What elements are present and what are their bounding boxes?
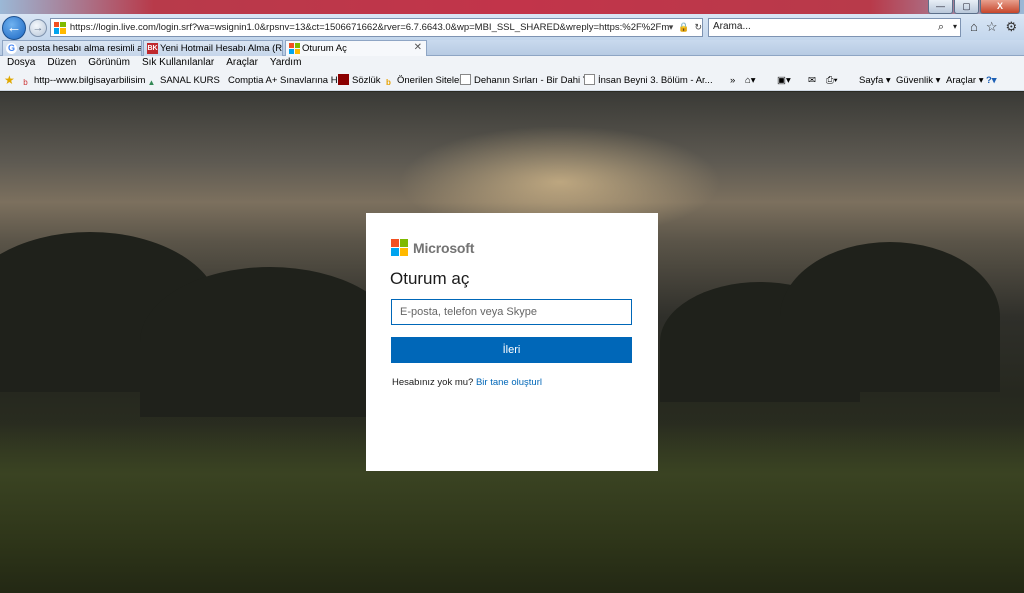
fav-item-dehanin-sirlari[interactable]: Dehanın Sırları - Bir Dahi Y... — [460, 71, 596, 90]
menu-dosya[interactable]: Dosya — [7, 56, 35, 71]
settings-gear-icon[interactable]: ⚙ — [1006, 19, 1018, 35]
address-bar[interactable]: https://login.live.com/login.srf?wa=wsig… — [50, 18, 703, 37]
eksi-icon — [338, 74, 349, 85]
print-icon[interactable]: ⎙▾ — [826, 71, 838, 90]
window-titlebar: — ▢ X — [0, 0, 1024, 14]
navigation-bar: ← → https://login.live.com/login.srf?wa=… — [0, 14, 1024, 40]
site-icon: b — [23, 78, 28, 87]
menu-sik-kullanilanlar[interactable]: Sık Kullanılanlar — [142, 56, 214, 71]
tab-hotmail[interactable]: BK Yeni Hotmail Hesabı Alma (Re... — [143, 40, 283, 56]
brand-name: Microsoft — [413, 239, 475, 256]
forward-button[interactable]: → — [29, 19, 47, 37]
page-menu[interactable]: Sayfa ▾ — [859, 71, 891, 90]
address-url[interactable]: https://login.live.com/login.srf?wa=wsig… — [70, 22, 669, 33]
create-account-link[interactable]: Bir tane oluşturl — [476, 377, 542, 388]
fav-item-bilgisayarbilisim[interactable]: b http--www.bilgisayarbilisim — [20, 71, 145, 90]
lock-icon[interactable]: 🔒 — [678, 22, 689, 33]
tools-menu[interactable]: Araçlar ▾ — [946, 71, 984, 90]
tab-label: Yeni Hotmail Hesabı Alma (Re... — [160, 43, 283, 54]
tab-label: Oturum Aç — [302, 43, 347, 54]
page-icon — [460, 74, 471, 85]
menu-yardim[interactable]: Yardım — [270, 56, 302, 71]
fav-item-comptia[interactable]: Comptia A+ Sınavlarına H... — [228, 71, 346, 90]
fav-item-sanal-kurs[interactable]: ▲ SANAL KURS — [146, 71, 220, 90]
bk-icon: BK — [147, 43, 158, 54]
tab-label: e posta hesabı alma resimli anl... — [19, 43, 141, 54]
refresh-icon[interactable]: ↻ — [694, 22, 702, 33]
site-icon: ▲ — [147, 78, 156, 87]
close-window-button[interactable]: X — [980, 0, 1020, 14]
search-input[interactable]: Arama... ⌕ ▾ — [708, 18, 961, 37]
fav-item-sozluk[interactable]: Sözlük — [338, 71, 381, 90]
window-controls: — ▢ X — [928, 0, 1020, 14]
favorites-bar: ★ b http--www.bilgisayarbilisim ▲ SANAL KU… — [0, 71, 1024, 91]
microsoft-logo-icon — [391, 239, 408, 256]
page-icon — [584, 74, 595, 85]
bing-icon: b — [386, 78, 391, 87]
tab-bar: G e posta hesabı alma resimli anl... BK … — [0, 40, 1024, 57]
next-button[interactable]: İleri — [391, 337, 632, 363]
mail-icon[interactable]: ✉ — [808, 71, 816, 90]
page-background: Microsoft Oturum aç İleri Hesabınız yok … — [0, 92, 1024, 593]
favorites-star-icon[interactable]: ☆ — [986, 19, 998, 35]
safety-menu[interactable]: Güvenlik ▾ — [896, 71, 940, 90]
close-tab-icon[interactable]: ✕ — [414, 42, 422, 53]
search-dropdown-icon[interactable]: ▾ — [953, 22, 957, 31]
background-mountain — [140, 267, 400, 417]
no-account-row: Hesabınız yok mu? Bir tane oluşturl — [392, 377, 542, 388]
more-chevron-icon[interactable]: » — [730, 71, 735, 90]
fav-item-onerilen-siteler[interactable]: b Önerilen Siteler — [383, 71, 462, 90]
menu-araclar[interactable]: Araçlar — [226, 56, 258, 71]
signin-card: Microsoft Oturum aç İleri Hesabınız yok … — [366, 213, 658, 471]
search-placeholder: Arama... — [713, 21, 751, 32]
address-dropdown-icon[interactable]: ▾ — [669, 22, 674, 33]
fav-item-insan-beyni[interactable]: İnsan Beyni 3. Bölüm - Ar... — [584, 71, 713, 90]
microsoft-favicon-icon — [54, 21, 66, 34]
help-menu[interactable]: ?▾ — [986, 71, 997, 90]
menu-gorunum[interactable]: Görünüm — [88, 56, 130, 71]
favorites-icon[interactable]: ★ — [4, 71, 15, 90]
feeds-icon[interactable]: ▣▾ — [777, 71, 791, 90]
tab-eposta[interactable]: G e posta hesabı alma resimli anl... — [2, 40, 142, 56]
back-button[interactable]: ← — [2, 16, 26, 40]
email-input[interactable] — [391, 299, 632, 325]
menu-bar: Dosya Düzen Görünüm Sık Kullanılanlar Ar… — [0, 56, 1024, 71]
maximize-button[interactable]: ▢ — [954, 0, 979, 14]
minimize-button[interactable]: — — [928, 0, 953, 14]
microsoft-icon — [289, 43, 300, 54]
no-account-text: Hesabınız yok mu? — [392, 377, 474, 388]
menu-duzen[interactable]: Düzen — [47, 56, 76, 71]
background-mountain — [780, 242, 1000, 392]
signin-title: Oturum aç — [390, 269, 470, 288]
home-icon[interactable]: ⌂ — [970, 19, 978, 35]
search-icon[interactable]: ⌕ — [938, 21, 944, 34]
home-cmd-icon[interactable]: ⌂▾ — [745, 71, 756, 90]
google-icon: G — [6, 43, 17, 54]
microsoft-logo: Microsoft — [391, 239, 474, 256]
tab-oturum-ac[interactable]: Oturum Aç ✕ — [285, 40, 427, 57]
